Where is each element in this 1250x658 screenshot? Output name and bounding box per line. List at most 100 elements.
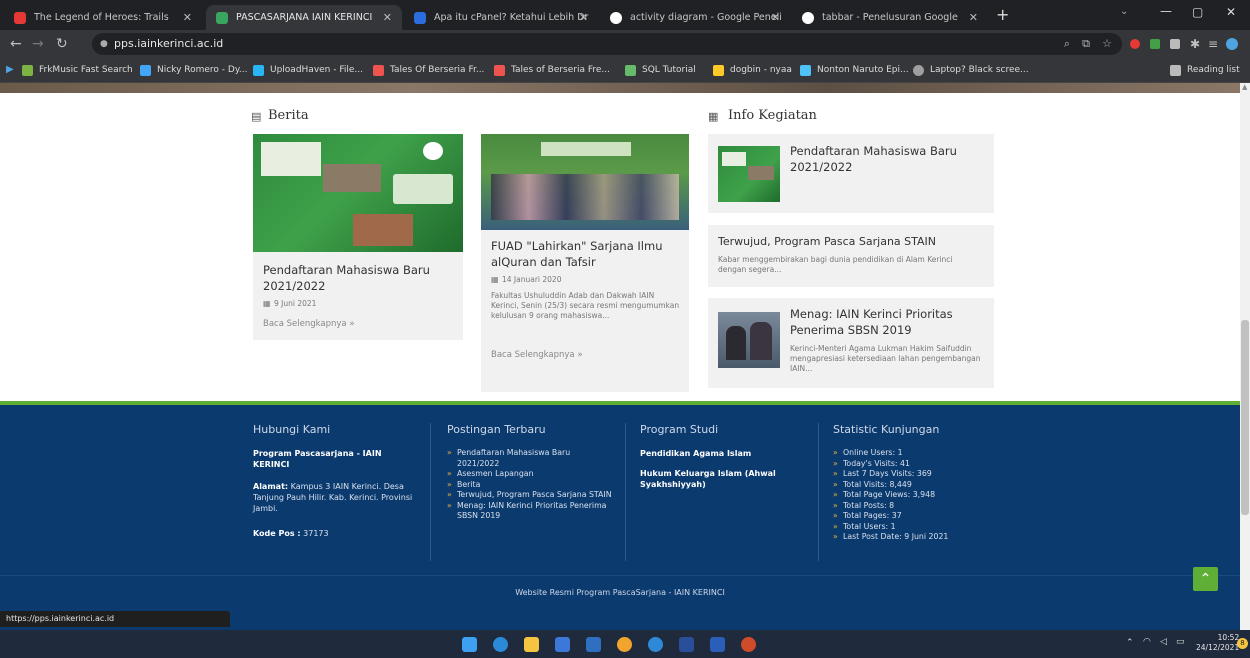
bookmark-item[interactable]: UploadHaven - File... bbox=[253, 58, 363, 83]
bookmark-item[interactable]: FrkMusic Fast Search bbox=[22, 58, 133, 83]
reading-mode-icon[interactable]: ≡ bbox=[1208, 30, 1218, 58]
tab-title: activity diagram - Google Peneli bbox=[630, 12, 782, 23]
news-title[interactable]: Pendaftaran Mahasiswa Baru 2021/2022 bbox=[263, 262, 453, 294]
recent-posts-list: Pendaftaran Mahasiswa Baru 2021/2022 Ase… bbox=[447, 448, 612, 522]
news-date: 9 Juni 2021 bbox=[274, 299, 317, 308]
tab-search-icon[interactable]: ⌄ bbox=[1120, 6, 1128, 17]
recent-post-link[interactable]: Menag: IAIN Kerinci Prioritas Penerima S… bbox=[447, 501, 612, 522]
info-kegiatan-heading: Info Kegiatan bbox=[728, 108, 817, 123]
close-tab-icon[interactable]: ✕ bbox=[183, 5, 192, 30]
info-item[interactable]: Terwujud, Program Pasca Sarjana STAIN Ka… bbox=[708, 225, 994, 287]
clock-date: 24/12/2021 bbox=[1196, 643, 1240, 652]
tray-chevron-icon[interactable]: ⌃ bbox=[1126, 638, 1134, 648]
bookmark-favicon-icon bbox=[913, 65, 924, 76]
file-explorer-icon[interactable] bbox=[524, 637, 539, 652]
app-icon[interactable] bbox=[648, 637, 663, 652]
close-tab-icon[interactable]: ✕ bbox=[771, 5, 780, 30]
program-link[interactable]: Pendidikan Agama Islam bbox=[640, 448, 800, 459]
system-clock[interactable]: 10:52 24/12/2021 bbox=[1196, 633, 1239, 653]
edge-icon[interactable] bbox=[493, 637, 508, 652]
wifi-icon[interactable]: ◠ bbox=[1143, 637, 1151, 647]
word-icon[interactable] bbox=[710, 637, 725, 652]
recent-post-link[interactable]: Pendaftaran Mahasiswa Baru 2021/2022 bbox=[447, 448, 612, 469]
windows-start-icon[interactable] bbox=[462, 637, 477, 652]
banner-image bbox=[541, 142, 631, 156]
info-title[interactable]: Terwujud, Program Pasca Sarjana STAIN bbox=[718, 234, 988, 250]
browser-tab[interactable]: The Legend of Heroes: Trails ✕ bbox=[4, 5, 202, 30]
extensions-puzzle-icon[interactable]: ✱ bbox=[1190, 30, 1200, 58]
bookmark-favicon-icon bbox=[800, 65, 811, 76]
browser-tab[interactable]: tabbar - Penelusuran Google ✕ bbox=[792, 5, 988, 30]
browser-tab-active[interactable]: PASCASARJANA IAIN KERINCI ✕ bbox=[206, 5, 402, 30]
mail-icon[interactable] bbox=[586, 637, 601, 652]
bookmark-item[interactable]: dogbin - nyaa bbox=[713, 58, 792, 83]
close-window-icon[interactable]: ✕ bbox=[1226, 5, 1236, 19]
stat-item: Total Users: 1 bbox=[833, 522, 1003, 533]
program-link[interactable]: Hukum Keluarga Islam (Ahwal Syakhshiyyah… bbox=[640, 468, 800, 490]
bookmark-item[interactable]: SQL Tutorial bbox=[625, 58, 696, 83]
forward-icon[interactable]: → bbox=[32, 30, 44, 58]
extension-icon[interactable] bbox=[1170, 39, 1180, 49]
extension-icon[interactable] bbox=[1150, 39, 1160, 49]
bookmark-favicon-icon bbox=[713, 65, 724, 76]
zoom-icon[interactable]: ⌕ bbox=[1064, 33, 1070, 55]
news-title[interactable]: FUAD "Lahirkan" Sarjana Ilmu alQuran dan… bbox=[491, 238, 681, 270]
url-text: pps.iainkerinci.ac.id bbox=[114, 37, 224, 50]
store-icon[interactable] bbox=[555, 637, 570, 652]
close-tab-icon[interactable]: ✕ bbox=[579, 5, 588, 30]
maximize-icon[interactable]: ▢ bbox=[1192, 5, 1203, 19]
news-card[interactable]: FUAD "Lahirkan" Sarjana Ilmu alQuran dan… bbox=[481, 134, 689, 392]
clock-time: 10:52 bbox=[1217, 633, 1240, 642]
apps-icon[interactable]: ▶ bbox=[6, 64, 14, 75]
chrome-icon[interactable] bbox=[617, 637, 632, 652]
tab-title: The Legend of Heroes: Trails bbox=[34, 12, 169, 23]
recent-post-link[interactable]: Terwujud, Program Pasca Sarjana STAIN bbox=[447, 490, 612, 501]
battery-icon[interactable]: ▭ bbox=[1176, 637, 1185, 647]
info-title[interactable]: Menag: IAIN Kerinci Prioritas Penerima S… bbox=[790, 306, 986, 338]
browser-tab[interactable]: Apa itu cPanel? Ketahui Lebih Dr ✕ bbox=[404, 5, 598, 30]
bookmarks-bar: ▶ FrkMusic Fast Search Nicky Romero - Dy… bbox=[0, 58, 1250, 83]
bookmark-star-icon[interactable]: ☆ bbox=[1102, 33, 1112, 55]
back-to-top-button[interactable]: ⌃ bbox=[1193, 567, 1218, 591]
scrollbar-thumb[interactable] bbox=[1241, 320, 1249, 515]
close-tab-icon[interactable]: ✕ bbox=[383, 5, 392, 30]
bookmark-item[interactable]: Laptop? Black scree... bbox=[913, 58, 1029, 83]
address-bar[interactable]: ● pps.iainkerinci.ac.id ⌕ ⧉ ☆ bbox=[92, 33, 1122, 55]
bookmark-item[interactable]: Nonton Naruto Epi... bbox=[800, 58, 909, 83]
extension-icon[interactable] bbox=[1130, 39, 1140, 49]
info-item[interactable]: Menag: IAIN Kerinci Prioritas Penerima S… bbox=[708, 298, 994, 388]
volume-icon[interactable]: ◁ bbox=[1160, 637, 1167, 647]
news-card[interactable]: Pendaftaran Mahasiswa Baru 2021/2022 ▦ 9… bbox=[253, 134, 463, 340]
stat-item: Total Posts: 8 bbox=[833, 501, 1003, 512]
vscode-icon[interactable] bbox=[679, 637, 694, 652]
info-title[interactable]: Pendaftaran Mahasiswa Baru 2021/2022 bbox=[790, 143, 986, 175]
share-icon[interactable]: ⧉ bbox=[1082, 33, 1090, 55]
new-tab-icon[interactable]: + bbox=[996, 5, 1009, 24]
info-item[interactable]: Pendaftaran Mahasiswa Baru 2021/2022 bbox=[708, 134, 994, 213]
read-more-link[interactable]: Baca Selengkapnya » bbox=[263, 319, 355, 329]
news-thumbnail[interactable] bbox=[253, 134, 463, 252]
read-more-link[interactable]: Baca Selengkapnya » bbox=[491, 350, 583, 360]
scroll-up-arrow-icon[interactable]: ▲ bbox=[1242, 83, 1247, 91]
bookmark-item[interactable]: Tales Of Berseria Fr... bbox=[373, 58, 484, 83]
calendar-icon: ▦ bbox=[491, 275, 499, 284]
minimize-icon[interactable]: — bbox=[1160, 4, 1172, 18]
reload-icon[interactable]: ↻ bbox=[56, 30, 68, 58]
recent-post-link[interactable]: Asesmen Lapangan bbox=[447, 469, 612, 480]
stat-item: Total Visits: 8,449 bbox=[833, 480, 1003, 491]
reading-list-icon bbox=[1170, 65, 1181, 76]
browser-tab[interactable]: activity diagram - Google Peneli ✕ bbox=[600, 5, 790, 30]
profile-avatar[interactable] bbox=[1226, 38, 1238, 50]
google-favicon-icon bbox=[802, 12, 814, 24]
back-icon[interactable]: ← bbox=[10, 30, 22, 58]
bookmark-item[interactable]: Tales of Berseria Fre... bbox=[494, 58, 610, 83]
tab-favicon-icon bbox=[216, 12, 228, 24]
recent-post-link[interactable]: Berita bbox=[447, 480, 612, 491]
close-tab-icon[interactable]: ✕ bbox=[969, 5, 978, 30]
bookmark-item[interactable]: Nicky Romero - Dy... bbox=[140, 58, 247, 83]
notification-badge[interactable]: 8 bbox=[1237, 638, 1248, 649]
powerpoint-icon[interactable] bbox=[741, 637, 756, 652]
reading-list-button[interactable]: Reading list bbox=[1170, 58, 1240, 83]
news-thumbnail[interactable] bbox=[481, 134, 689, 230]
site-footer: Hubungi Kami Program Pascasarjana - IAIN… bbox=[0, 401, 1240, 630]
